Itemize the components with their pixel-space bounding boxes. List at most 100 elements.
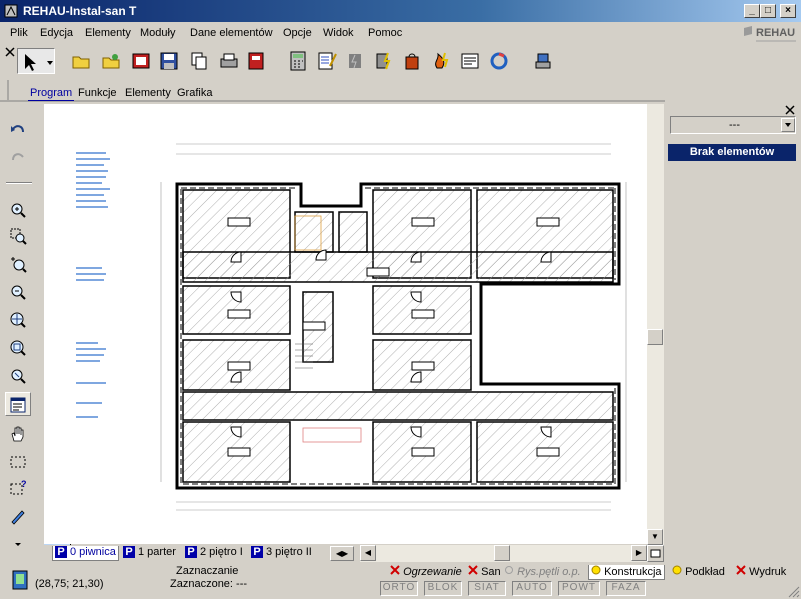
- tab-wydruk[interactable]: Wydruk: [734, 565, 788, 580]
- tab-san[interactable]: San: [466, 565, 503, 580]
- flash-disabled-button[interactable]: [342, 48, 368, 74]
- lightning-pen-button[interactable]: [371, 48, 397, 74]
- resize-grip-icon[interactable]: [786, 584, 800, 598]
- report-button[interactable]: [457, 48, 483, 74]
- tab-rys-petli[interactable]: Rys.pętli o.p.: [502, 565, 583, 580]
- floor-tabs-scroll-button[interactable]: ◀▶: [330, 546, 354, 561]
- export-button[interactable]: [244, 48, 270, 74]
- folder-browse-button[interactable]: [98, 48, 124, 74]
- rehau-logo-text: REHAU: [756, 27, 795, 39]
- hand-icon: [11, 426, 24, 442]
- bulb-icon: [591, 565, 601, 575]
- floor-label: 1 parter: [138, 546, 176, 558]
- zoom-window-button[interactable]: [5, 224, 31, 248]
- save-button[interactable]: [156, 48, 182, 74]
- scroll-down-button[interactable]: ▼: [647, 529, 663, 545]
- zoom-plus-button[interactable]: [5, 252, 31, 276]
- copy-button[interactable]: [186, 48, 212, 74]
- edit-list-button[interactable]: [314, 48, 340, 74]
- menu-moduly[interactable]: Moduły: [140, 27, 175, 39]
- bulb-icon: [672, 565, 682, 575]
- menu-pomoc[interactable]: Pomoc: [368, 27, 402, 39]
- panel-close-icon[interactable]: [784, 104, 798, 116]
- chevron-down-icon: [15, 543, 21, 546]
- folder-browse-icon: [102, 54, 120, 69]
- query-selection-button[interactable]: ?: [5, 476, 31, 500]
- tab-elementy[interactable]: Elementy: [123, 87, 173, 101]
- toolbar-close-icon[interactable]: [4, 46, 16, 76]
- zoom-all-button[interactable]: [5, 308, 31, 332]
- tab-ogrzewanie[interactable]: Ogrzewanie: [388, 565, 464, 580]
- zoom-previous-button[interactable]: [5, 336, 31, 360]
- folder-open-button[interactable]: [68, 48, 94, 74]
- mode-powt[interactable]: POWT: [558, 581, 600, 596]
- toolbox-more-button[interactable]: [5, 532, 31, 556]
- zoom-realtime-button[interactable]: [5, 364, 31, 388]
- floor-plan-drawing: [76, 143, 627, 511]
- tab-funkcje[interactable]: Funkcje: [76, 87, 119, 101]
- tab-podklad[interactable]: Podkład: [670, 565, 727, 580]
- scroll-right-button[interactable]: ▶: [631, 545, 647, 561]
- maximize-button[interactable]: □: [760, 4, 776, 18]
- menu-elementy[interactable]: Elementy: [85, 27, 131, 39]
- zoom-out-button[interactable]: [5, 280, 31, 304]
- scroll-left-button[interactable]: ◀: [360, 545, 376, 561]
- mode-orto[interactable]: ORTO: [380, 581, 418, 596]
- floor-tab-3[interactable]: P3 piętro II: [249, 546, 314, 561]
- floor-tab-0[interactable]: P0 piwnica: [52, 546, 119, 561]
- left-toolbox: ?: [0, 104, 40, 564]
- recycle-button[interactable]: [486, 48, 512, 74]
- menu-dane-elementow[interactable]: Dane elementów: [190, 27, 273, 39]
- image-gallery-button[interactable]: [128, 48, 154, 74]
- print-button[interactable]: [216, 48, 242, 74]
- select-tool-button[interactable]: [17, 48, 55, 74]
- menu-widok[interactable]: Widok: [323, 27, 354, 39]
- zoom-extents-icon: [10, 312, 26, 328]
- menu-edycja[interactable]: Edycja: [40, 27, 73, 39]
- close-button[interactable]: ×: [780, 4, 796, 18]
- mode-blok[interactable]: BLOK: [424, 581, 462, 596]
- flame-pen-button[interactable]: [428, 48, 454, 74]
- horizontal-scroll-thumb[interactable]: [494, 545, 510, 561]
- calculator-button[interactable]: [285, 48, 311, 74]
- horizontal-scrollbar[interactable]: ◀ ▶: [360, 545, 647, 562]
- close-x-icon: [390, 565, 400, 575]
- zoom-in-icon: [11, 203, 26, 218]
- tab-program[interactable]: Program: [28, 87, 75, 101]
- mode-faza[interactable]: FAZA: [606, 581, 646, 596]
- tab-grafika[interactable]: Grafika: [175, 87, 214, 101]
- view-toggle-button[interactable]: [647, 545, 664, 562]
- close-x-icon: [468, 565, 478, 575]
- no-elements-header: Brak elementów: [668, 144, 796, 161]
- floor-tab-1[interactable]: P1 parter: [121, 546, 178, 561]
- mode-auto[interactable]: AUTO: [512, 581, 552, 596]
- zoom-window-icon: [10, 228, 27, 245]
- mode-siat[interactable]: SIAT: [468, 581, 506, 596]
- folder-open-icon: [72, 56, 90, 69]
- undo-button[interactable]: [5, 118, 31, 142]
- menu-opcje[interactable]: Opcje: [283, 27, 312, 39]
- menu-plik[interactable]: Plik: [10, 27, 28, 39]
- bag-button[interactable]: [399, 48, 425, 74]
- element-type-select[interactable]: ---: [670, 116, 796, 134]
- select-rectangle-button[interactable]: [5, 450, 31, 474]
- draw-pen-button[interactable]: [5, 504, 31, 528]
- floor-tab-2[interactable]: P2 piętro I: [183, 546, 245, 561]
- vertical-scrollbar[interactable]: ▼: [647, 104, 664, 545]
- undo-icon: [11, 125, 24, 133]
- minimize-button[interactable]: _: [744, 4, 760, 18]
- toolbox-divider: [6, 182, 32, 184]
- tab-konstrukcja[interactable]: Konstrukcja: [588, 565, 665, 580]
- zoom-out-icon: [11, 285, 26, 300]
- drawing-canvas[interactable]: [44, 104, 664, 544]
- element-type-dropdown-button[interactable]: [781, 118, 795, 132]
- vertical-scroll-thumb[interactable]: [647, 329, 663, 345]
- zoom-in-button[interactable]: [5, 198, 31, 222]
- redo-button[interactable]: [5, 146, 31, 170]
- user-plug-button[interactable]: [530, 48, 556, 74]
- title-bar: REHAU-Instal-san T _ □ ×: [0, 0, 801, 22]
- pan-button[interactable]: [5, 422, 31, 446]
- toolbar: [0, 44, 801, 78]
- element-type-value: ---: [729, 119, 740, 131]
- properties-view-button[interactable]: [5, 392, 31, 416]
